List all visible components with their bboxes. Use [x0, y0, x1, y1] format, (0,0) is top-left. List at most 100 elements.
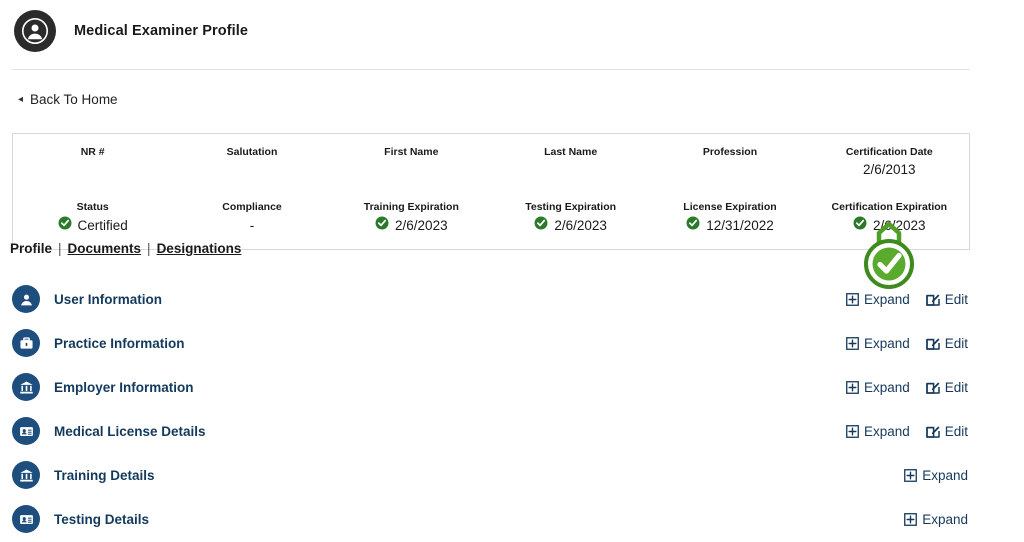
user-icon: [12, 285, 40, 313]
expand-label: Expand: [922, 511, 968, 527]
pencil-square-icon: [925, 380, 940, 394]
summary-row-2: Status Certified Compliance - Training Expir…: [13, 197, 969, 238]
summary-cell-text: -: [249, 217, 255, 233]
summary-cell: Last Name: [491, 142, 650, 183]
edit-label: Edit: [944, 291, 968, 307]
expand-label: Expand: [863, 423, 910, 439]
expand-button[interactable]: Expand: [846, 424, 910, 439]
page-title: Medical Examiner Profile: [74, 23, 249, 39]
edit-label: Edit: [944, 423, 968, 439]
profile-tabs: Profile | Documents | Designations: [10, 241, 241, 256]
summary-cell-text: 2/6/2013: [863, 162, 916, 178]
check-circle-icon: [534, 216, 548, 236]
section-header[interactable]: Employer Information: [12, 373, 846, 401]
section-label: Practice Information: [54, 335, 185, 351]
pencil-square-icon: [925, 292, 940, 306]
summary-cell-label: Certification Expiration: [831, 201, 948, 214]
edit-button[interactable]: Edit: [925, 379, 968, 395]
summary-cell-label: Compliance: [222, 201, 282, 214]
header-divider: [12, 69, 970, 70]
summary-cell-value: 2/6/2023: [334, 216, 489, 236]
expand-label: Expand: [922, 467, 968, 483]
back-caret-icon: ◂: [18, 93, 24, 105]
tab-designations[interactable]: Designations: [157, 241, 242, 256]
section-row: User Information Expand Edit: [12, 277, 970, 321]
summary-cell-value: [174, 160, 329, 178]
section-row: Employer Information Expand Edit: [12, 365, 970, 409]
summary-cell-value: Certified: [15, 216, 170, 236]
summary-cell: Salutation: [172, 142, 331, 183]
summary-cell-value: [334, 160, 489, 178]
expand-button[interactable]: Expand: [846, 292, 910, 307]
summary-cell-value: 12/31/2022: [652, 216, 807, 236]
summary-cell-label: First Name: [384, 146, 439, 158]
plus-square-icon: [846, 424, 859, 438]
section-label: Medical License Details: [54, 423, 206, 439]
id-card-icon: [12, 417, 40, 445]
summary-row-gap: [13, 183, 969, 197]
plus-square-icon: [904, 468, 918, 482]
plus-square-icon: [846, 336, 859, 350]
edit-label: Edit: [944, 379, 968, 395]
summary-cell-label: Status: [76, 201, 109, 214]
section-header[interactable]: Medical License Details: [12, 417, 846, 445]
edit-button[interactable]: Edit: [925, 291, 968, 307]
summary-cell-value: 2/6/2013: [812, 160, 967, 180]
id-card-icon: [12, 505, 40, 533]
expand-button[interactable]: Expand: [846, 336, 910, 351]
section-header[interactable]: Testing Details: [12, 505, 904, 533]
summary-cell-label: Profession: [702, 146, 758, 158]
section-header[interactable]: User Information: [12, 285, 846, 313]
summary-cell: First Name: [332, 142, 491, 183]
section-header[interactable]: Training Details: [12, 461, 904, 489]
edit-button[interactable]: Edit: [925, 423, 968, 439]
summary-cell: Profession: [650, 142, 809, 183]
back-to-home-link[interactable]: ◂ Back To Home: [18, 92, 118, 107]
summary-cell: Compliance -: [172, 197, 331, 238]
back-to-home-label: Back To Home: [30, 92, 118, 107]
summary-cell-text: 12/31/2022: [706, 217, 774, 233]
expand-button[interactable]: Expand: [904, 468, 968, 483]
expand-label: Expand: [863, 291, 910, 307]
expand-button[interactable]: Expand: [904, 512, 968, 527]
section-label: Employer Information: [54, 379, 194, 395]
section-actions: Expand Edit: [846, 336, 970, 351]
tab-profile[interactable]: Profile: [10, 241, 52, 256]
pencil-square-icon: [925, 424, 940, 438]
section-row: Testing Details Expand: [12, 497, 970, 541]
section-actions: Expand Edit: [846, 292, 970, 307]
bank-icon: [12, 461, 40, 489]
bank-icon: [12, 373, 40, 401]
edit-button[interactable]: Edit: [925, 335, 968, 351]
summary-cell-text: 2/6/2023: [554, 217, 607, 233]
summary-cell: NR #: [13, 142, 172, 183]
summary-cell-value: -: [174, 216, 329, 236]
summary-cell-label: License Expiration: [683, 201, 777, 214]
summary-cell: Testing Expiration 2/6/2023: [491, 197, 650, 238]
section-row: Medical License Details Expand Edit: [12, 409, 970, 453]
section-row: Training Details Expand: [12, 453, 970, 497]
summary-cell-value: [493, 160, 648, 178]
summary-cell-label: Training Expiration: [363, 201, 459, 214]
summary-row-1: NR # Salutation First Name Last Name Profess…: [13, 142, 969, 183]
summary-cell-label: NR #: [80, 146, 105, 158]
summary-cell: Training Expiration 2/6/2023: [332, 197, 491, 238]
section-actions: Expand Edit: [846, 380, 970, 395]
summary-cell: Status Certified: [13, 197, 172, 238]
expand-button[interactable]: Expand: [846, 380, 910, 395]
expand-label: Expand: [863, 379, 910, 395]
summary-cell: License Expiration 12/31/2022: [650, 197, 809, 238]
section-header[interactable]: Practice Information: [12, 329, 846, 357]
plus-square-icon: [846, 292, 859, 306]
edit-label: Edit: [944, 335, 968, 351]
section-actions: Expand: [904, 468, 970, 483]
summary-cell-label: Testing Expiration: [525, 201, 617, 214]
check-circle-icon: [375, 216, 389, 236]
section-label: User Information: [54, 291, 163, 307]
check-circle-icon: [686, 216, 700, 236]
page-header: Medical Examiner Profile: [0, 0, 1024, 52]
tab-documents[interactable]: Documents: [68, 241, 142, 256]
summary-cell-value: [15, 160, 170, 178]
plus-square-icon: [846, 380, 859, 394]
section-actions: Expand Edit: [846, 424, 970, 439]
